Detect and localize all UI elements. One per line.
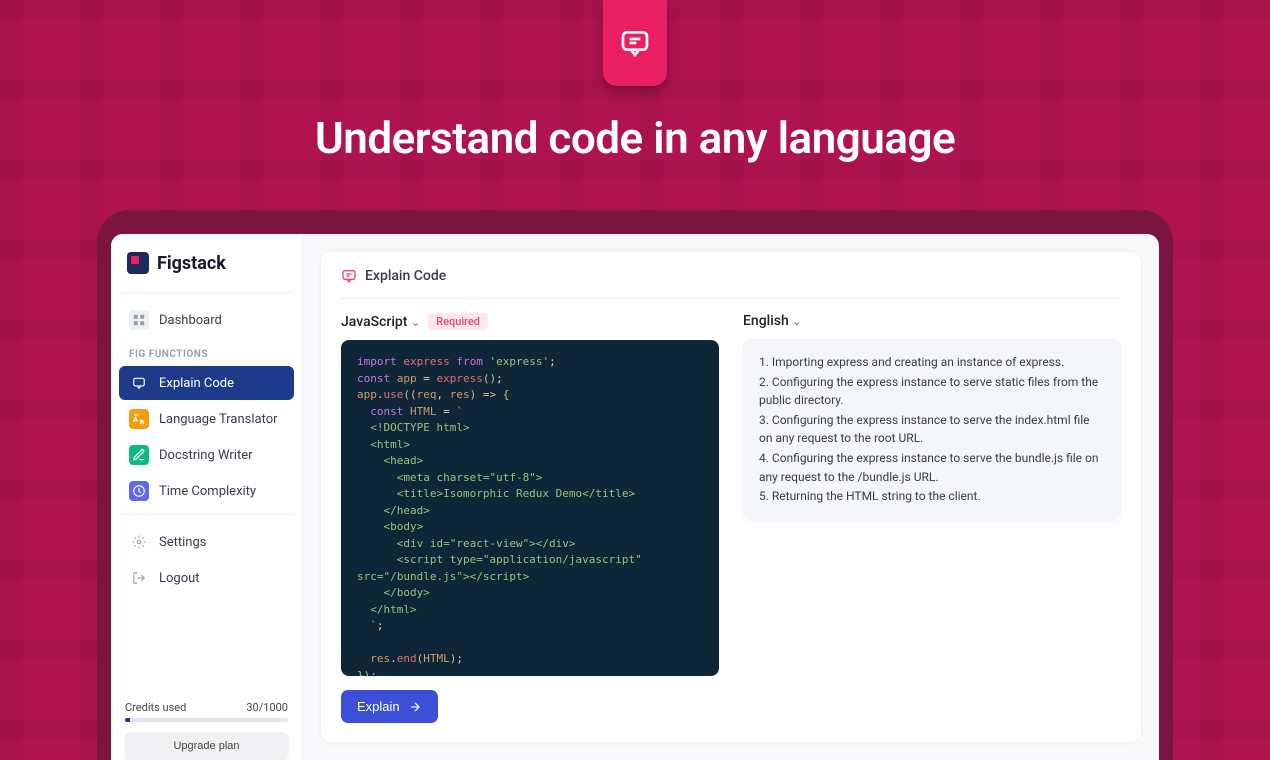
sidebar-item-settings[interactable]: Settings (119, 525, 294, 559)
output-pane: English ⌄ 1. Importing express and creat… (743, 313, 1121, 723)
chat-icon (341, 268, 357, 284)
chevron-down-icon: ⌄ (792, 315, 801, 328)
logout-icon (129, 568, 149, 588)
credits-value: 30/1000 (246, 701, 288, 714)
sidebar-item-label: Time Complexity (159, 484, 256, 499)
function-icon (129, 409, 149, 429)
chevron-down-icon: ⌄ (411, 316, 420, 329)
credits-progress (125, 718, 288, 722)
target-lang-select[interactable]: English ⌄ (743, 313, 801, 329)
sidebar-section-label: FIG FUNCTIONS (119, 339, 294, 366)
output-line: 4. Configuring the express instance to s… (759, 449, 1105, 486)
upgrade-button[interactable]: Upgrade plan (125, 732, 288, 760)
gear-icon (129, 532, 149, 552)
divider (119, 514, 294, 515)
sidebar-item-label: Settings (159, 535, 206, 550)
source-lang-select[interactable]: JavaScript ⌄ (341, 314, 420, 330)
sidebar-item-explain-code[interactable]: Explain Code (119, 366, 294, 400)
card-header: Explain Code (341, 268, 1121, 299)
function-icon (129, 445, 149, 465)
credits-block: Credits used 30/1000 Upgrade plan (119, 701, 294, 760)
sidebar-item-label: Docstring Writer (159, 448, 253, 463)
sidebar-item-label: Language Translator (159, 412, 278, 427)
sidebar-item-logout[interactable]: Logout (119, 561, 294, 595)
sidebar-item-docstring-writer[interactable]: Docstring Writer (119, 438, 294, 472)
app-window: Figstack Dashboard FIG FUNCTIONS Explain… (111, 234, 1159, 760)
grid-icon (129, 310, 149, 330)
explain-card: Explain Code JavaScript ⌄ Required impor… (321, 252, 1141, 742)
output-line: 3. Configuring the express instance to s… (759, 411, 1105, 448)
brand-row[interactable]: Figstack (119, 248, 294, 288)
sidebar-item-dashboard[interactable]: Dashboard (119, 303, 294, 337)
output-line: 5. Returning the HTML string to the clie… (759, 487, 1105, 506)
sidebar: Figstack Dashboard FIG FUNCTIONS Explain… (111, 234, 303, 760)
sidebar-item-time-complexity[interactable]: Time Complexity (119, 474, 294, 508)
sidebar-item-label: Dashboard (159, 313, 222, 328)
brand-name: Figstack (157, 253, 226, 274)
credits-label: Credits used (125, 701, 186, 714)
chat-icon (619, 27, 651, 59)
function-icon (129, 373, 149, 393)
sidebar-item-label: Explain Code (159, 376, 234, 391)
app-window-frame: Figstack Dashboard FIG FUNCTIONS Explain… (97, 210, 1173, 760)
main-content: Explain Code JavaScript ⌄ Required impor… (303, 234, 1159, 760)
required-badge: Required (428, 313, 488, 330)
explanation-output: 1. Importing express and creating an ins… (743, 339, 1121, 521)
arrow-right-icon (408, 700, 422, 714)
output-line: 2. Configuring the express instance to s… (759, 373, 1105, 410)
code-editor[interactable]: import express from 'express'; const app… (341, 340, 719, 676)
sidebar-item-language-translator[interactable]: Language Translator (119, 402, 294, 436)
source-pane: JavaScript ⌄ Required import express fro… (341, 313, 719, 723)
brand-logo-icon (127, 252, 149, 274)
output-line: 1. Importing express and creating an ins… (759, 353, 1105, 372)
sidebar-item-label: Logout (159, 571, 200, 586)
divider (119, 292, 294, 293)
hero-title: Understand code in any language (0, 112, 1270, 164)
function-icon (129, 481, 149, 501)
explain-button[interactable]: Explain (341, 690, 438, 723)
card-title: Explain Code (365, 268, 446, 284)
hero-badge (603, 0, 667, 86)
